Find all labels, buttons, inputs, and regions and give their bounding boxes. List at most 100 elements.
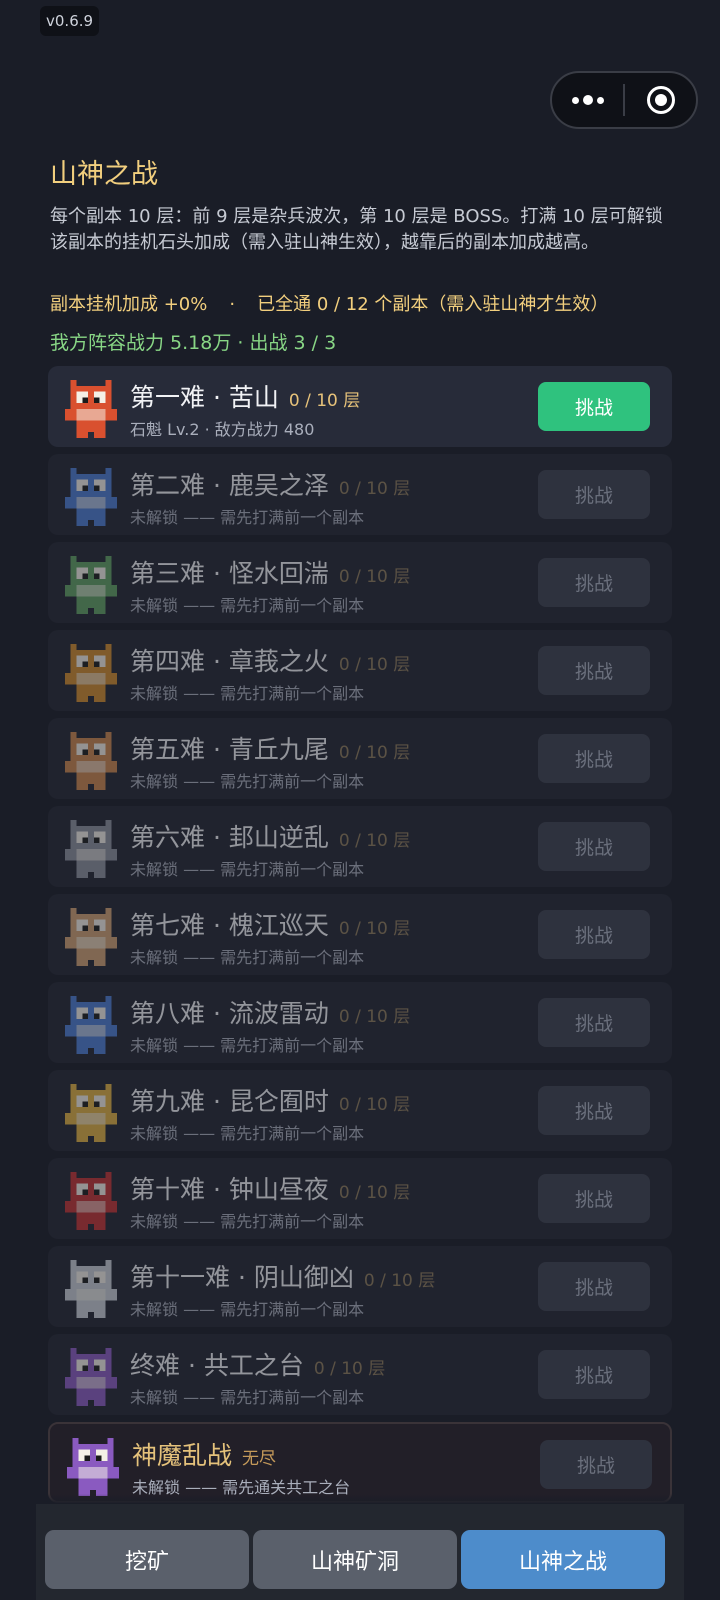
stage-card: 终难 · 共工之台 0 / 10 层未解锁 —— 需先打满前一个副本 挑战 xyxy=(48,1334,672,1415)
stage-title: 第十难 · 钟山昼夜 xyxy=(130,1175,329,1204)
stage-card: 第三难 · 怪水回湍 0 / 10 层未解锁 —— 需先打满前一个副本 挑战 xyxy=(48,542,672,623)
challenge-button[interactable]: 挑战 xyxy=(540,1440,652,1489)
stage-name: 第七难 · 槐江巡天 0 / 10 层 xyxy=(130,906,410,942)
challenge-button[interactable]: 挑战 xyxy=(538,1174,650,1223)
stage-card: 第四难 · 章莪之火 0 / 10 层未解锁 —— 需先打满前一个副本 挑战 xyxy=(48,630,672,711)
stage-card: 第一难 · 苦山 0 / 10 层石魁 Lv.2 · 敌方战力 480 挑战 xyxy=(48,366,672,447)
battle-panel: 山神之战 每个副本 10 层：前 9 层是杂兵波次，第 10 层是 BOSS。打… xyxy=(36,144,684,1504)
stage-name: 第三难 · 怪水回湍 0 / 10 层 xyxy=(130,554,410,590)
monster-sprite-icon xyxy=(64,732,118,790)
challenge-button[interactable]: 挑战 xyxy=(538,822,650,871)
stage-subtitle: 未解锁 —— 需先打满前一个副本 xyxy=(130,860,365,879)
version-label: v0.6.9 xyxy=(40,6,100,36)
stage-floors: 0 / 10 层 xyxy=(338,1007,411,1027)
monster-sprite-icon xyxy=(64,556,118,614)
stage-title: 第二难 · 鹿吴之泽 xyxy=(130,471,329,500)
stage-floors: 0 / 10 层 xyxy=(338,919,411,939)
stage-name: 第四难 · 章莪之火 0 / 10 层 xyxy=(130,642,410,678)
challenge-button[interactable]: 挑战 xyxy=(538,1350,650,1399)
stage-card: 神魔乱战 无尽 未解锁 —— 需先通关共工之台 挑战 xyxy=(48,1422,672,1503)
stage-name: 第六难 · 邽山逆乱 0 / 10 层 xyxy=(130,818,410,854)
stage-floors: 0 / 10 层 xyxy=(338,567,411,587)
stage-name: 第八难 · 流波雷动 0 / 10 层 xyxy=(130,994,410,1030)
stage-name: 第二难 · 鹿吴之泽 0 / 10 层 xyxy=(130,466,410,502)
stage-title: 第九难 · 昆仑囿时 xyxy=(130,1087,329,1116)
stage-subtitle: 未解锁 —— 需先打满前一个副本 xyxy=(130,1212,365,1231)
stage-floors: 0 / 10 层 xyxy=(338,479,411,499)
tab-button[interactable]: 山神之战 xyxy=(461,1530,665,1589)
stage-name: 终难 · 共工之台 0 / 10 层 xyxy=(130,1346,385,1382)
page-title: 山神之战 xyxy=(50,159,158,190)
stage-title: 神魔乱战 xyxy=(132,1441,233,1470)
stage-card: 第九难 · 昆仑囿时 0 / 10 层未解锁 —— 需先打满前一个副本 挑战 xyxy=(48,1070,672,1151)
stage-title: 第七难 · 槐江巡天 xyxy=(130,911,329,940)
monster-sprite-icon xyxy=(64,468,118,526)
bonus-separator: · xyxy=(229,294,236,315)
challenge-button[interactable]: 挑战 xyxy=(538,734,650,783)
stage-subtitle: 未解锁 —— 需先打满前一个副本 xyxy=(130,1300,365,1319)
monster-sprite-icon xyxy=(64,1084,118,1142)
stage-subtitle: 未解锁 —— 需先打满前一个副本 xyxy=(130,1388,365,1407)
challenge-button[interactable]: 挑战 xyxy=(538,910,650,959)
stage-card: 第十一难 · 阴山御凶 0 / 10 层未解锁 —— 需先打满前一个副本 挑战 xyxy=(48,1246,672,1327)
stage-floors: 0 / 10 层 xyxy=(338,831,411,851)
stage-floors: 0 / 10 层 xyxy=(338,1183,411,1203)
stage-subtitle: 未解锁 —— 需先打满前一个副本 xyxy=(130,948,365,967)
more-menu-button[interactable] xyxy=(552,73,623,127)
monster-sprite-icon xyxy=(64,820,118,878)
monster-sprite-icon xyxy=(64,644,118,702)
challenge-button[interactable]: 挑战 xyxy=(538,1086,650,1135)
stage-subtitle: 未解锁 —— 需先打满前一个副本 xyxy=(130,684,365,703)
stage-subtitle: 未解锁 —— 需先打满前一个副本 xyxy=(130,1124,365,1143)
stage-title: 第六难 · 邽山逆乱 xyxy=(130,823,329,852)
stage-subtitle: 未解锁 —— 需先打满前一个副本 xyxy=(130,596,365,615)
stage-name: 第一难 · 苦山 0 / 10 层 xyxy=(130,378,360,414)
stage-subtitle: 未解锁 —— 需先打满前一个副本 xyxy=(130,772,365,791)
stage-floors: 0 / 10 层 xyxy=(313,1359,386,1379)
challenge-button[interactable]: 挑战 xyxy=(538,998,650,1047)
clear-progress-text: 已全通 0 / 12 个副本（需入驻山神才生效） xyxy=(257,294,609,315)
stage-subtitle: 未解锁 —— 需先打满前一个副本 xyxy=(130,508,365,527)
close-program-button[interactable] xyxy=(625,73,696,127)
monster-sprite-icon xyxy=(64,1260,118,1318)
stage-title: 第八难 · 流波雷动 xyxy=(130,999,329,1028)
stage-card: 第七难 · 槐江巡天 0 / 10 层未解锁 —— 需先打满前一个副本 挑战 xyxy=(48,894,672,975)
bonus-line: 副本挂机加成 +0% · 已全通 0 / 12 个副本（需入驻山神才生效） xyxy=(50,290,608,316)
monster-sprite-icon xyxy=(64,380,118,438)
monster-sprite-icon xyxy=(64,1172,118,1230)
stage-title: 第五难 · 青丘九尾 xyxy=(130,735,329,764)
monster-sprite-icon xyxy=(64,996,118,1054)
page-description: 每个副本 10 层：前 9 层是杂兵波次，第 10 层是 BOSS。打满 10 … xyxy=(50,206,663,253)
monster-sprite-icon xyxy=(64,908,118,966)
stage-title: 第一难 · 苦山 xyxy=(130,383,279,412)
more-dots-icon xyxy=(571,95,604,105)
stage-name: 第十一难 · 阴山御凶 0 / 10 层 xyxy=(130,1258,435,1294)
tab-button[interactable]: 挖矿 xyxy=(45,1530,249,1589)
monster-sprite-icon xyxy=(66,1438,120,1496)
stage-floors: 0 / 10 层 xyxy=(338,743,411,763)
stage-card: 第六难 · 邽山逆乱 0 / 10 层未解锁 —— 需先打满前一个副本 挑战 xyxy=(48,806,672,887)
mini-program-capsule xyxy=(550,71,698,129)
monster-sprite-icon xyxy=(64,1348,118,1406)
challenge-button[interactable]: 挑战 xyxy=(538,382,650,431)
bottom-tab-bar: 挖矿 山神矿洞 山神之战 xyxy=(36,1494,684,1600)
challenge-button[interactable]: 挑战 xyxy=(538,646,650,695)
stage-title: 第四难 · 章莪之火 xyxy=(130,647,329,676)
stage-floors: 0 / 10 层 xyxy=(338,655,411,675)
stage-subtitle: 石魁 Lv.2 · 敌方战力 480 xyxy=(130,420,315,439)
challenge-button[interactable]: 挑战 xyxy=(538,470,650,519)
stage-floors: 0 / 10 层 xyxy=(288,391,361,411)
stage-card: 第八难 · 流波雷动 0 / 10 层未解锁 —— 需先打满前一个副本 挑战 xyxy=(48,982,672,1063)
challenge-button[interactable]: 挑战 xyxy=(538,1262,650,1311)
stage-name: 神魔乱战 无尽 xyxy=(132,1436,276,1472)
tab-button[interactable]: 山神矿洞 xyxy=(253,1530,457,1589)
stage-subtitle: 未解锁 —— 需先打满前一个副本 xyxy=(130,1036,365,1055)
idle-bonus-text: 副本挂机加成 +0% xyxy=(50,294,208,315)
stage-name: 第九难 · 昆仑囿时 0 / 10 层 xyxy=(130,1082,410,1118)
stage-title: 第十一难 · 阴山御凶 xyxy=(130,1263,354,1292)
stage-name: 第五难 · 青丘九尾 0 / 10 层 xyxy=(130,730,410,766)
stage-name: 第十难 · 钟山昼夜 0 / 10 层 xyxy=(130,1170,410,1206)
stage-card: 第十难 · 钟山昼夜 0 / 10 层未解锁 —— 需先打满前一个副本 挑战 xyxy=(48,1158,672,1239)
stage-floors: 0 / 10 层 xyxy=(338,1095,411,1115)
challenge-button[interactable]: 挑战 xyxy=(538,558,650,607)
